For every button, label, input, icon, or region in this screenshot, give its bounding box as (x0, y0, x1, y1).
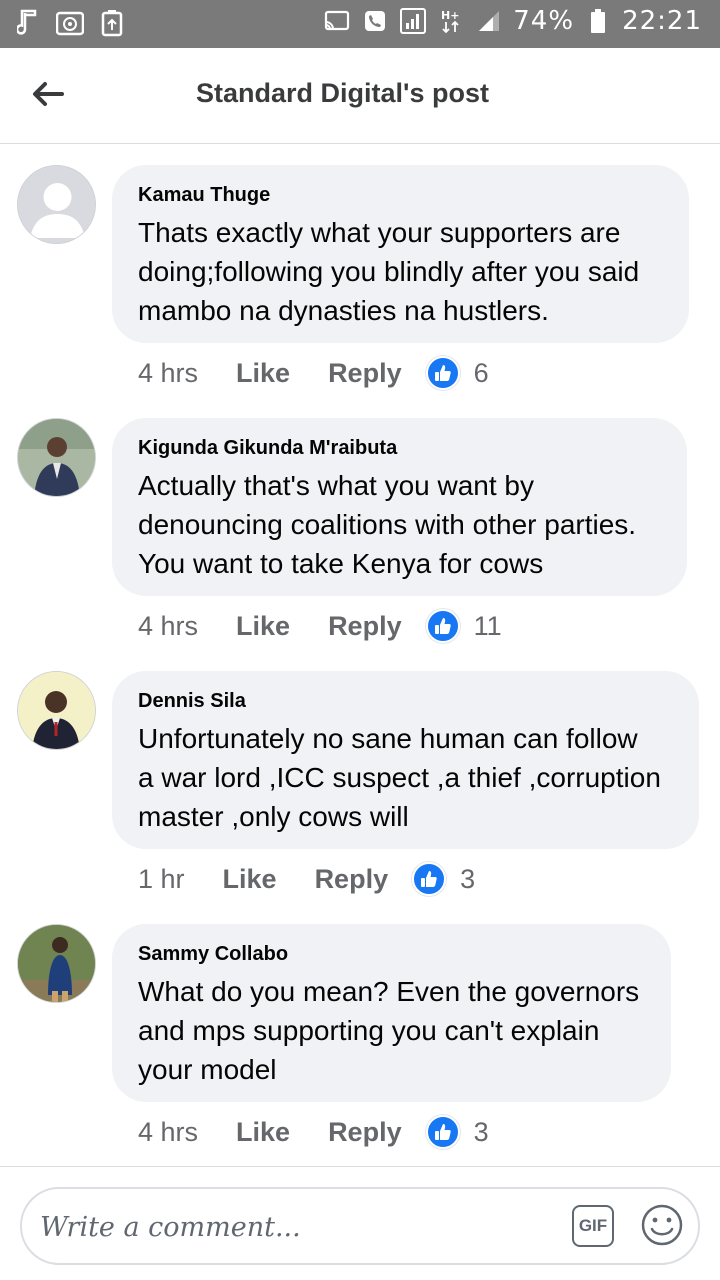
comment-line: doing;following you blindly after you sa… (138, 256, 640, 287)
reply-button[interactable]: Reply (328, 1117, 402, 1148)
comment-author[interactable]: Kigunda Gikunda M'raibuta (138, 436, 661, 460)
like-button[interactable]: Like (236, 611, 290, 642)
like-button[interactable]: Like (236, 1117, 290, 1148)
comment-time[interactable]: 4 hrs (138, 1117, 198, 1148)
composer-box: GIF (20, 1187, 700, 1265)
reply-button[interactable]: Reply (315, 864, 389, 895)
thumbs-up-icon[interactable] (425, 1115, 460, 1149)
avatar[interactable] (17, 165, 96, 244)
comment-line: Actually that's what you want by (138, 470, 534, 501)
comment-composer: GIF (0, 1166, 720, 1280)
compass-icon (56, 8, 84, 38)
comment-author[interactable]: Kamau Thuge (138, 183, 663, 207)
comment-time[interactable]: 4 hrs (138, 358, 198, 389)
comment-time[interactable]: 4 hrs (138, 611, 198, 642)
comment-line: denouncing coalitions with other parties… (138, 509, 637, 540)
hplus-data-icon: H+ (437, 6, 465, 36)
comment-line: You want to take Kenya for cows (138, 548, 544, 579)
back-button[interactable] (24, 72, 72, 120)
like-button[interactable]: Like (223, 864, 277, 895)
comment-line: a war lord ,ICC suspect ,a thief ,corrup… (138, 762, 661, 793)
comment-actions: 4 hrs Like Reply 11 (138, 609, 502, 643)
svg-text:H+: H+ (441, 9, 459, 22)
comment-bubble: Sammy Collabo What do you mean? Even the… (112, 924, 671, 1102)
comment-line: Unfortunately no sane human can follow (138, 723, 638, 754)
comment-author[interactable]: Dennis Sila (138, 689, 673, 713)
comment-bubble: Dennis Sila Unfortunately no sane human … (112, 671, 699, 849)
signal-box-icon (399, 6, 427, 36)
comment-actions: 4 hrs Like Reply 3 (138, 1115, 489, 1149)
comment-author[interactable]: Sammy Collabo (138, 942, 645, 966)
comment-actions: 1 hr Like Reply 3 (138, 862, 475, 896)
comment-bubble: Kamau Thuge Thats exactly what your supp… (112, 165, 689, 343)
comment-text: Actually that's what you want by denounc… (138, 466, 661, 583)
status-bar: H+ 74% 22:21 (0, 0, 720, 48)
emoji-button[interactable] (640, 1203, 684, 1247)
battery-percent: 74% (513, 6, 575, 36)
arrow-left-icon (32, 81, 64, 112)
avatar[interactable] (17, 924, 96, 1003)
comment-time[interactable]: 1 hr (138, 864, 185, 895)
reaction-count[interactable]: 3 (474, 1117, 489, 1148)
comment-text: Unfortunately no sane human can follow a… (138, 719, 673, 836)
comment-line: What do you mean? Even the governors (138, 976, 640, 1007)
page-title: Standard Digital's post (196, 78, 489, 108)
reply-button[interactable]: Reply (328, 611, 402, 642)
reaction-count[interactable]: 6 (474, 358, 489, 389)
comment-input[interactable] (40, 1203, 540, 1251)
reply-button[interactable]: Reply (328, 358, 402, 389)
comment-line: Thats exactly what your supporters are (138, 217, 621, 248)
battery-saver-icon (98, 8, 126, 38)
gif-button[interactable]: GIF (572, 1205, 614, 1247)
comment-line: master ,only cows will (138, 801, 409, 832)
comment-text: Thats exactly what your supporters are d… (138, 213, 663, 330)
like-button[interactable]: Like (236, 358, 290, 389)
reaction-count[interactable]: 3 (460, 864, 475, 895)
comment-line: and mps supporting you can't explain (138, 1015, 600, 1046)
music-note-icon (14, 8, 42, 38)
smiley-icon (640, 1204, 684, 1251)
thumbs-up-icon[interactable] (425, 356, 460, 390)
comment-actions: 4 hrs Like Reply 6 (138, 356, 489, 390)
comment-line: your model (138, 1054, 277, 1085)
avatar[interactable] (17, 418, 96, 497)
avatar[interactable] (17, 671, 96, 750)
comment-line: mambo na dynasties na hustlers. (138, 295, 549, 326)
reaction-count[interactable]: 11 (474, 611, 502, 642)
comment-bubble: Kigunda Gikunda M'raibuta Actually that'… (112, 418, 687, 596)
clock: 22:21 (622, 6, 702, 36)
thumbs-up-icon[interactable] (412, 862, 447, 896)
cast-icon (323, 6, 351, 36)
battery-icon (584, 6, 612, 36)
signal-icon (475, 6, 503, 36)
thumbs-up-icon[interactable] (425, 609, 460, 643)
post-header: Standard Digital's post (0, 48, 720, 144)
phone-icon (361, 6, 389, 36)
comment-text: What do you mean? Even the governors and… (138, 972, 645, 1089)
